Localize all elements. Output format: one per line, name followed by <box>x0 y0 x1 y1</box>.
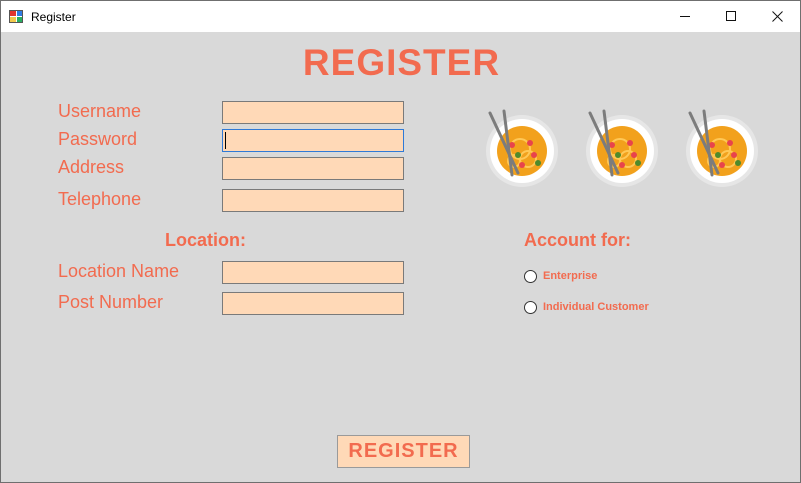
page-heading: REGISTER <box>302 42 501 83</box>
post-number-field[interactable] <box>222 292 404 315</box>
username-label: Username <box>58 101 142 121</box>
enterprise-radio-label[interactable]: Enterprise <box>543 270 597 282</box>
maximize-icon <box>725 11 736 21</box>
register-window: Register REGISTER Username Password Addr… <box>0 0 801 483</box>
individual-customer-radio[interactable] <box>524 301 537 314</box>
password-label: Password <box>58 129 138 149</box>
close-button[interactable] <box>754 1 800 32</box>
individual-customer-radio-label[interactable]: Individual Customer <box>543 301 649 313</box>
noodle-bowl-image <box>486 109 558 187</box>
title-bar[interactable]: Register <box>1 1 800 32</box>
text-caret <box>225 132 226 149</box>
account-section-title: Account for: <box>524 230 631 250</box>
minimize-icon <box>679 16 690 17</box>
telephone-label: Telephone <box>58 189 142 209</box>
location-section-title: Location: <box>165 230 246 250</box>
password-field[interactable] <box>222 129 404 152</box>
window-title: Register <box>31 9 76 24</box>
location-name-field[interactable] <box>222 261 404 284</box>
noodle-bowl-image <box>586 109 658 187</box>
maximize-button[interactable] <box>708 1 754 32</box>
noodle-bowl-image <box>686 109 758 187</box>
post-number-label: Post Number <box>58 292 164 312</box>
enterprise-radio[interactable] <box>524 270 537 283</box>
location-name-label: Location Name <box>58 261 180 281</box>
minimize-button[interactable] <box>662 1 708 32</box>
telephone-field[interactable] <box>222 189 404 212</box>
close-icon <box>771 11 783 22</box>
address-label: Address <box>58 157 125 177</box>
address-field[interactable] <box>222 157 404 180</box>
app-form-icon <box>9 9 25 25</box>
register-button[interactable]: REGISTER <box>337 435 470 468</box>
username-field[interactable] <box>222 101 404 124</box>
